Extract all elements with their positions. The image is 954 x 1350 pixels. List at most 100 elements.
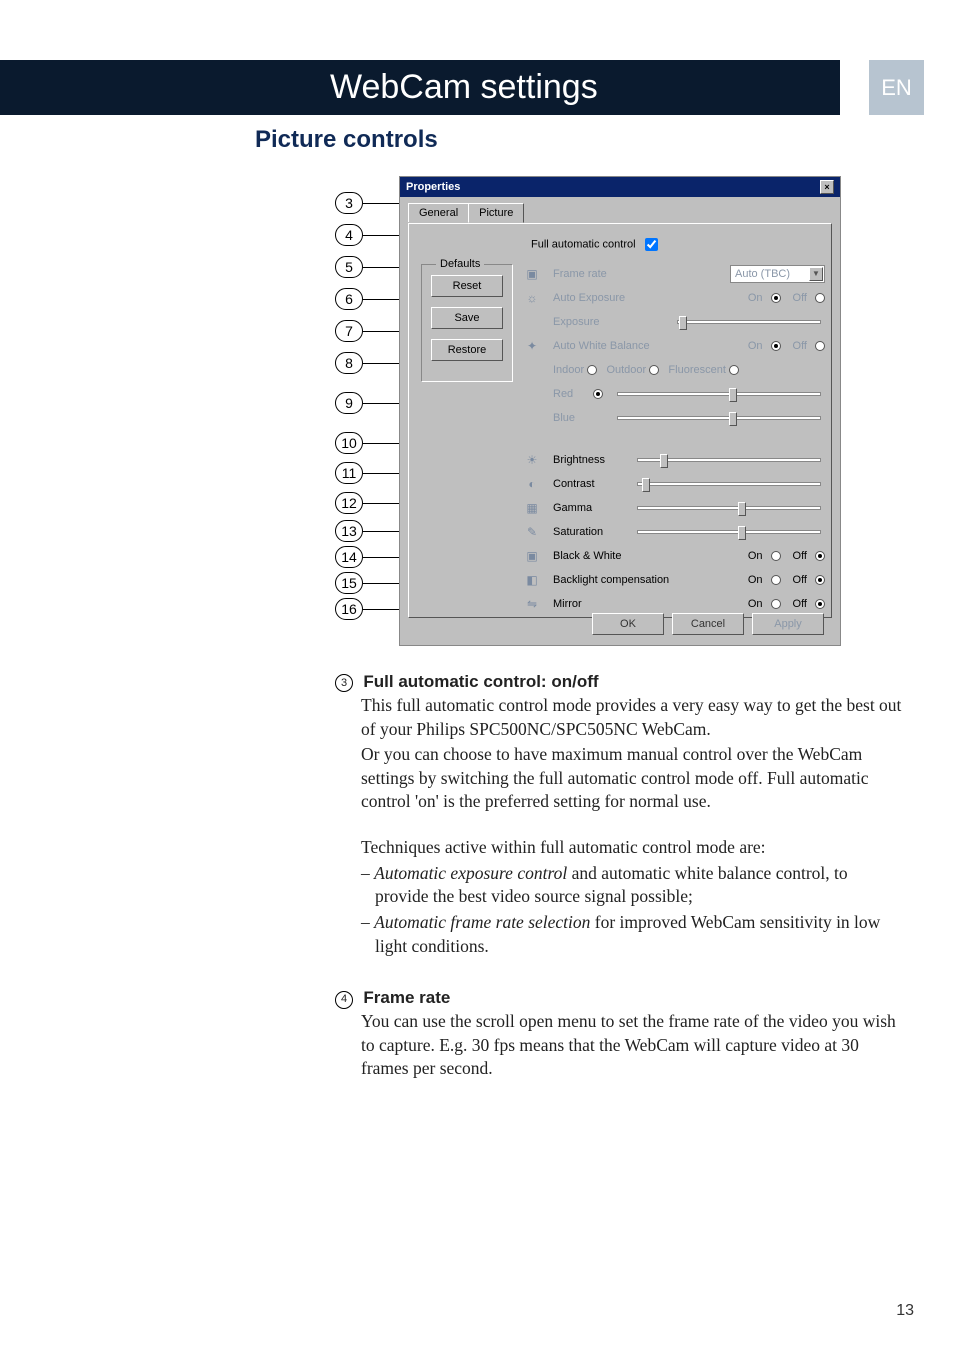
mirror-label: Mirror [553,598,673,610]
saturation-label: Saturation [553,526,633,538]
close-icon[interactable]: × [820,180,834,194]
mirror-icon: ⇋ [523,595,541,613]
s3-p2: Or you can choose to have maximum manual… [335,743,905,814]
mirror-on-radio[interactable] [771,599,781,609]
awb-fluorescent-label: Fluorescent [668,364,725,376]
frame-rate-label: Frame rate [553,268,673,280]
brightness-icon: ☀ [523,451,541,469]
callout-7: 7 [335,320,363,342]
full-automatic-control-checkbox[interactable] [645,238,658,251]
callout-12: 12 [335,492,363,514]
white-balance-icon: ✦ [523,337,541,355]
contrast-slider[interactable] [637,482,821,486]
header-bar: WebCam settings [0,60,840,115]
s3-heading: Full automatic control: on/off [363,672,598,691]
auto-exposure-label: Auto Exposure [553,292,673,304]
awb-indoor-label: Indoor [553,364,584,376]
awb-on-radio[interactable] [771,341,781,351]
circled-4: 4 [335,991,353,1009]
awb-off-radio[interactable] [815,341,825,351]
restore-button[interactable]: Restore [431,339,503,361]
saturation-icon: ✎ [523,523,541,541]
contrast-label: Contrast [553,478,633,490]
blue-label: Blue [553,412,593,424]
auto-exposure-row: ☼ Auto Exposure On Off [523,286,825,310]
auto-exposure-off-radio[interactable] [815,293,825,303]
frame-rate-icon: ▣ [523,265,541,283]
gamma-label: Gamma [553,502,633,514]
auto-exposure-on-label: On [748,292,763,304]
callout-5: 5 [335,256,363,278]
frame-rate-dropdown[interactable]: Auto (TBC) ▼ [730,265,825,283]
save-button[interactable]: Save [431,307,503,329]
page-number: 13 [896,1302,914,1320]
backlight-off-radio[interactable] [815,575,825,585]
callout-8: 8 [335,352,363,374]
cancel-button[interactable]: Cancel [672,613,744,635]
mirror-off-label: Off [793,598,807,610]
body-text: 3 Full automatic control: on/off This fu… [335,670,905,1097]
exposure-label: Exposure [553,316,673,328]
red-radio[interactable] [593,389,603,399]
full-automatic-control-row: Full automatic control [531,238,658,251]
dialog-footer: OK Cancel Apply [592,613,824,635]
exposure-slider[interactable] [677,320,821,324]
awb-outdoor-radio[interactable] [649,365,659,375]
awb-fluorescent-radio[interactable] [729,365,739,375]
s3-b2-term: Automatic frame rate selection [374,912,590,932]
auto-exposure-on-radio[interactable] [771,293,781,303]
contrast-icon: ◐ [523,475,541,493]
gamma-slider[interactable] [637,506,821,510]
auto-exposure-off-label: Off [793,292,807,304]
tab-body: Full automatic control Defaults Reset Sa… [408,223,832,618]
awb-row: ✦ Auto White Balance On Off [523,334,825,358]
awb-presets-row: Indoor Outdoor Fluorescent [523,358,825,382]
s3-p3: Techniques active within full automatic … [335,836,905,860]
frame-rate-value: Auto (TBC) [735,268,790,280]
bw-on-label: On [748,550,763,562]
reset-button[interactable]: Reset [431,275,503,297]
tab-picture[interactable]: Picture [468,203,524,223]
chevron-down-icon[interactable]: ▼ [809,267,823,281]
bw-icon: ▣ [523,547,541,565]
section-title: Picture controls [255,126,438,154]
backlight-on-radio[interactable] [771,575,781,585]
backlight-off-label: Off [793,574,807,586]
s3-bullet1: – Automatic exposure control and automat… [335,862,905,909]
awb-off-label: Off [793,340,807,352]
bw-row: ▣ Black & White On Off [523,544,825,568]
tab-general[interactable]: General [408,203,469,222]
s4-p1: You can use the scroll open menu to set … [335,1010,905,1081]
gamma-row: ▦ Gamma [523,496,825,520]
callout-11: 11 [335,462,363,484]
bw-on-radio[interactable] [771,551,781,561]
controls-column: ▣ Frame rate Auto (TBC) ▼ ☼ Auto Exposur… [523,262,825,616]
brightness-slider[interactable] [637,458,821,462]
saturation-slider[interactable] [637,530,821,534]
properties-dialog: Properties × GeneralPicture Full automat… [399,176,841,646]
ok-button[interactable]: OK [592,613,664,635]
dialog-titlebar: Properties × [400,177,840,197]
defaults-legend: Defaults [436,258,484,270]
awb-indoor-radio[interactable] [587,365,597,375]
red-slider[interactable] [617,392,821,396]
mirror-off-radio[interactable] [815,599,825,609]
callout-10: 10 [335,432,363,454]
awb-on-label: On [748,340,763,352]
callout-14: 14 [335,546,363,568]
red-label: Red [553,388,593,400]
dialog-title-label: Properties [406,181,460,193]
red-row: Red [523,382,825,406]
circled-3: 3 [335,674,353,692]
callout-15: 15 [335,572,363,594]
s4-heading: Frame rate [363,988,450,1007]
contrast-row: ◐ Contrast [523,472,825,496]
blue-slider[interactable] [617,416,821,420]
language-tab: EN [869,60,924,115]
apply-button[interactable]: Apply [752,613,824,635]
frame-rate-row: ▣ Frame rate Auto (TBC) ▼ [523,262,825,286]
bw-off-radio[interactable] [815,551,825,561]
full-automatic-control-label: Full automatic control [531,238,636,250]
brightness-label: Brightness [553,454,633,466]
blue-row: Blue [523,406,825,430]
